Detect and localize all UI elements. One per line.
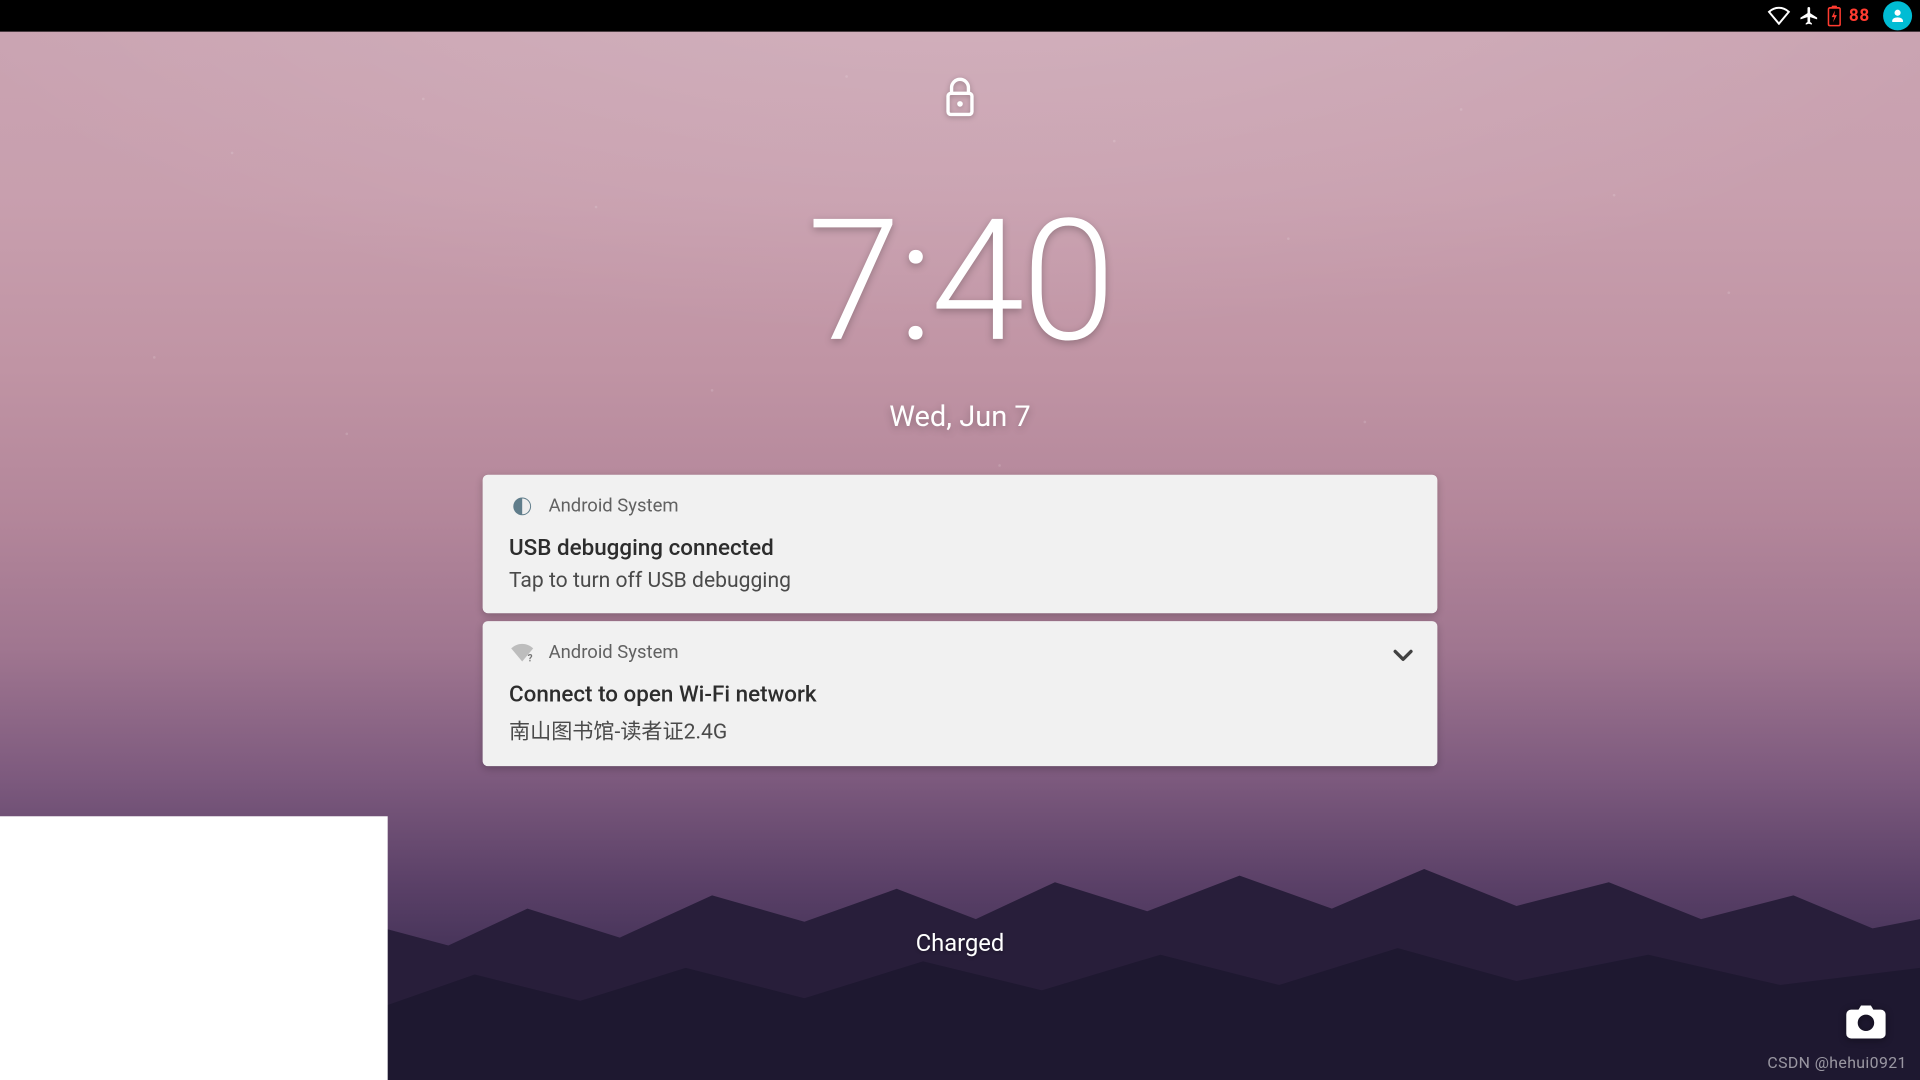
settings-icon [509,493,535,519]
wifi-empty-icon [1767,7,1791,25]
svg-text:?: ? [528,654,533,664]
battery-charging-icon [1828,5,1841,26]
notification-body: Tap to turn off USB debugging [509,567,1411,592]
clock-block: 7:40 Wed, Jun 7 [0,198,1920,434]
notification-title: USB debugging connected [509,535,1411,561]
notification-body: 南山图书馆-读者证2.4G [509,713,1411,745]
wifi-question-icon: ? [509,640,535,666]
battery-percentage: 88 [1849,6,1870,26]
notification-app-name: Android System [549,642,679,663]
lock-icon [943,76,977,118]
status-bar: 88 [0,0,1920,32]
notification-wifi-open[interactable]: ? Android System Connect to open Wi-Fi n… [483,621,1438,766]
notification-title: Connect to open Wi-Fi network [509,682,1411,708]
notification-app-name: Android System [549,496,679,517]
notification-usb-debugging[interactable]: Android System USB debugging connected T… [483,475,1438,613]
occlusion-block [0,816,388,1080]
watermark: CSDN @hehui0921 [1767,1054,1906,1072]
clock-time: 7:40 [0,198,1920,367]
notification-stack: Android System USB debugging connected T… [483,475,1438,766]
airplane-mode-icon [1799,5,1820,26]
screen: 88 7:40 Wed, Jun 7 [0,0,1920,1080]
camera-shortcut[interactable] [1846,1004,1886,1041]
wallpaper[interactable]: 88 7:40 Wed, Jun 7 [0,0,1920,1080]
chevron-down-icon[interactable] [1387,640,1419,672]
profile-switcher[interactable] [1883,1,1912,30]
clock-date: Wed, Jun 7 [0,401,1920,434]
